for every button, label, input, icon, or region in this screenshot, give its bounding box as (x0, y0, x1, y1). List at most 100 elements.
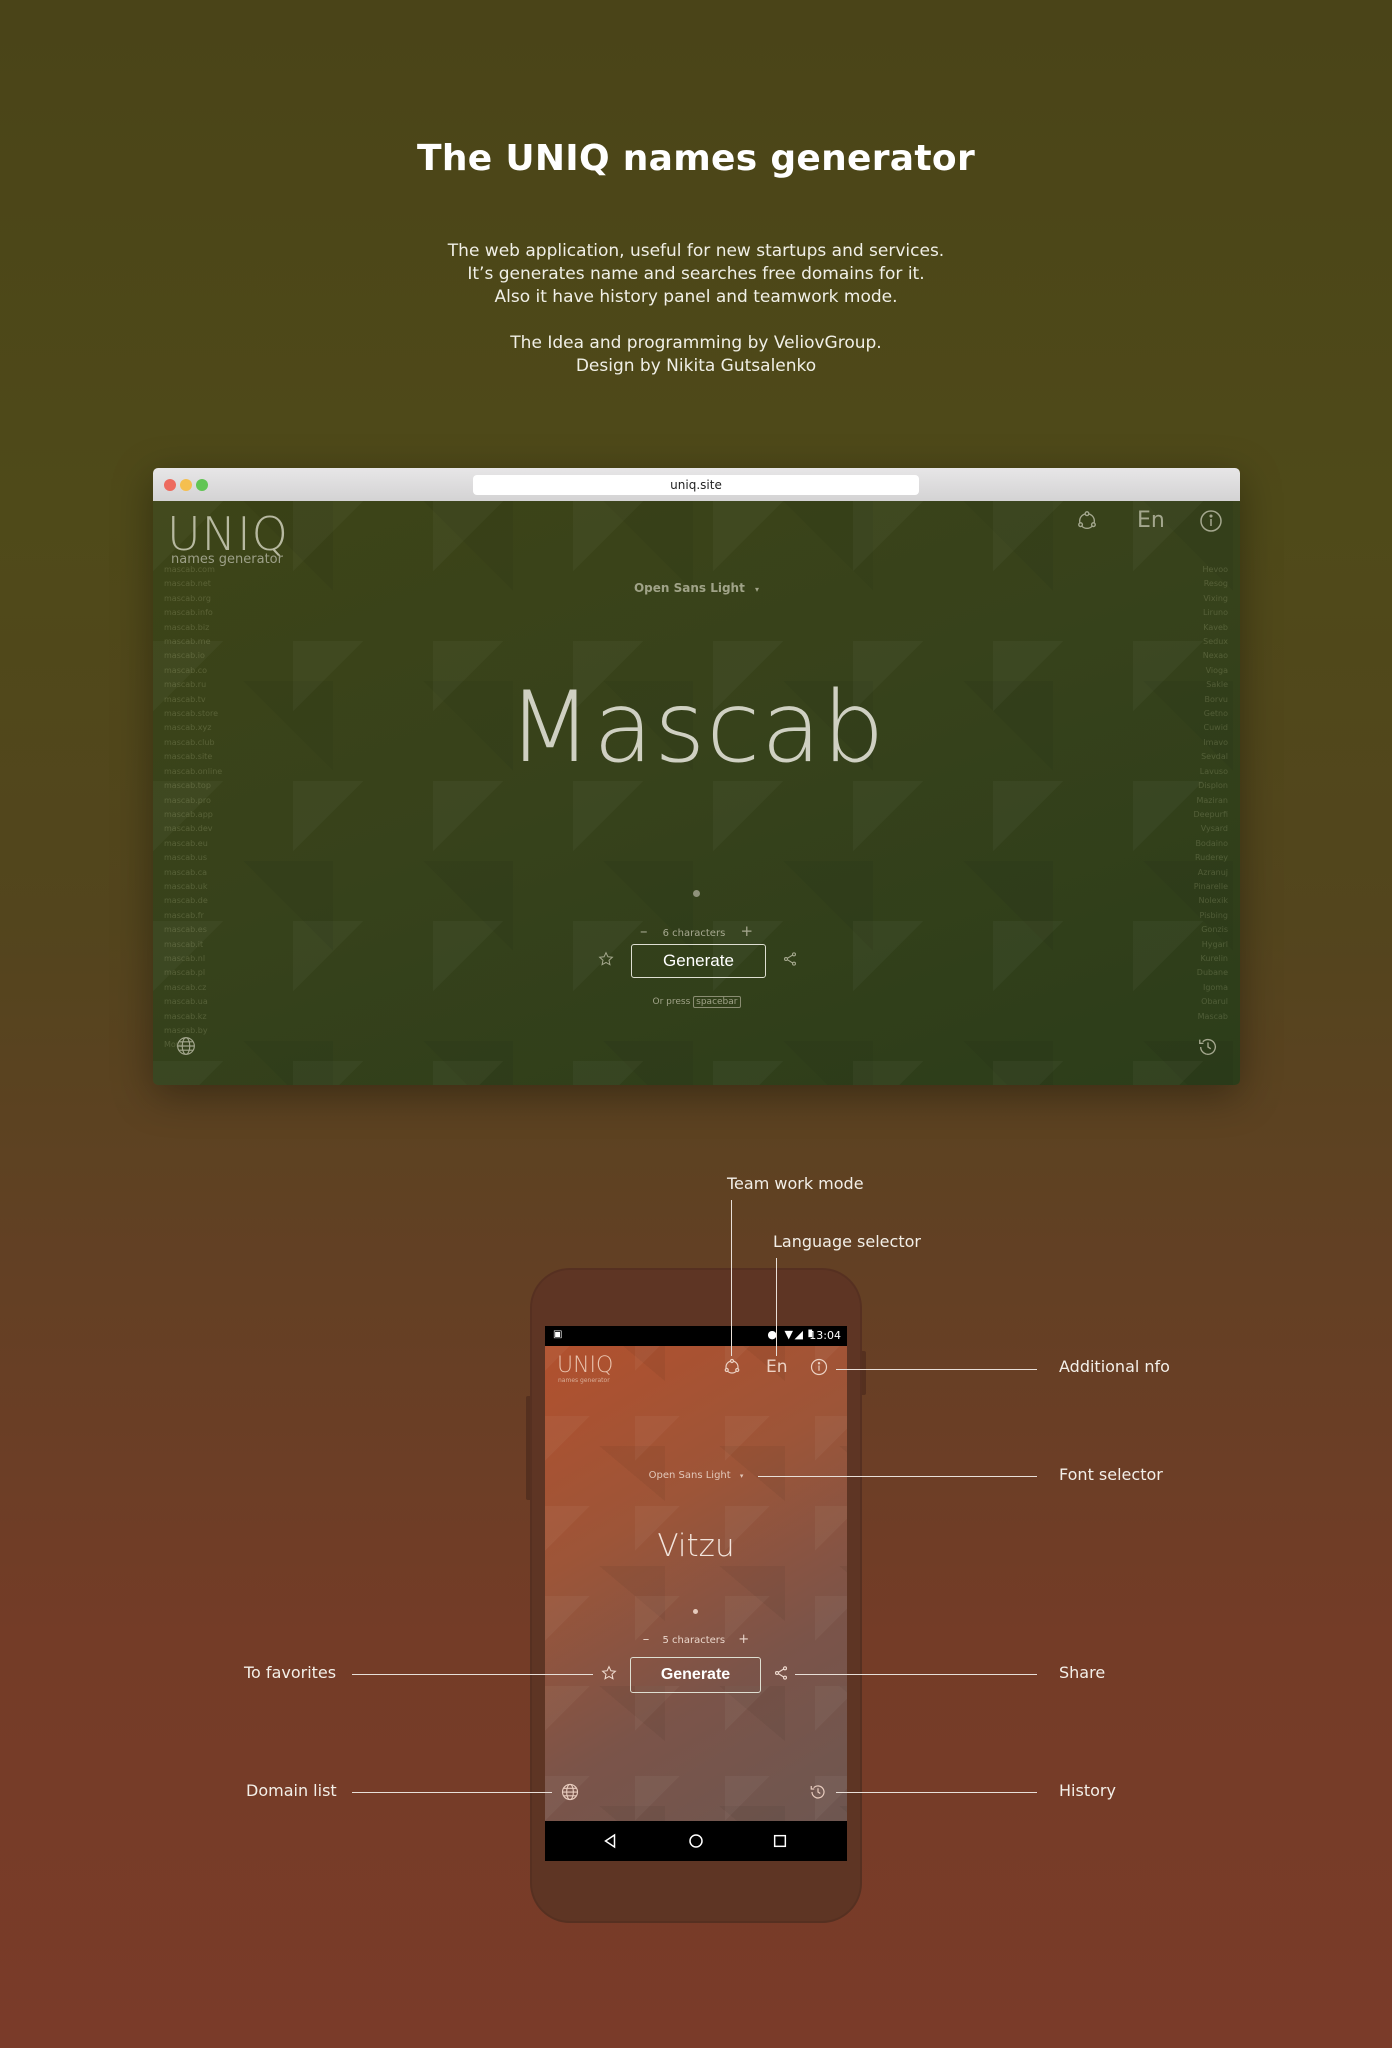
phone-screen: ▣ ● ▼ ◢ ▮ 13:04 UNIQ names generator En … (545, 1326, 847, 1861)
callout-language: Language selector (773, 1232, 921, 1251)
domain-list-item[interactable]: mascab.dev (164, 822, 222, 836)
description-line: It’s generates name and searches free do… (467, 264, 925, 284)
team-work-icon[interactable] (1076, 510, 1098, 532)
increase-length-button[interactable]: + (738, 1632, 749, 1647)
domain-list-item[interactable]: mascab.me (164, 635, 222, 649)
domain-list-item[interactable]: mascab.io (164, 649, 222, 663)
callout-domain-list: Domain list (246, 1781, 337, 1800)
domain-list-item[interactable]: mascab.biz (164, 621, 222, 635)
history-list-item[interactable]: Nexao (1194, 649, 1228, 663)
history-list-item[interactable]: Kaveb (1194, 621, 1228, 635)
spacebar-hint: Or press spacebar (153, 996, 1240, 1008)
image-notification-icon: ▣ (553, 1329, 563, 1340)
history-list-item[interactable]: Azranuj (1194, 866, 1228, 880)
chevron-down-icon: ▾ (755, 585, 760, 594)
domain-list-item[interactable]: mascab.info (164, 606, 222, 620)
domain-list-item[interactable]: mascab.ca (164, 866, 222, 880)
length-control: – 6 characters + (153, 922, 1240, 940)
domain-list-item[interactable]: mascab.com (164, 563, 222, 577)
history-list-item[interactable]: Pisbing (1194, 909, 1229, 923)
browser-window: uniq.site UNIQ names generator mascab.co… (153, 468, 1240, 1085)
home-icon[interactable] (686, 1831, 706, 1851)
globe-icon[interactable] (176, 1036, 196, 1056)
recents-icon[interactable] (770, 1831, 790, 1851)
domain-list: mascab.com mascab.net mascab.org mascab.inf… (164, 563, 222, 1053)
history-list-item[interactable]: Nolexik (1194, 894, 1228, 908)
description-line: The web application, useful for new star… (447, 241, 945, 261)
generate-button[interactable]: Generate (630, 1657, 761, 1693)
team-work-icon[interactable] (723, 1358, 741, 1376)
share-icon[interactable] (773, 1665, 789, 1681)
history-icon[interactable] (1197, 1036, 1219, 1058)
length-label: 5 characters (662, 1635, 726, 1646)
history-list-item[interactable]: Ruderey (1194, 851, 1228, 865)
domain-list-item[interactable]: mascab.de (164, 894, 222, 908)
info-icon[interactable] (810, 1358, 828, 1376)
domain-list-item[interactable]: mascab.uk (164, 880, 222, 894)
generated-name: Vitzu (657, 1528, 735, 1564)
callout-history: History (1059, 1781, 1116, 1800)
domain-list-item[interactable]: mascab.eu (164, 837, 222, 851)
history-list-item[interactable]: Sedux (1194, 635, 1228, 649)
language-selector[interactable]: En (1137, 508, 1165, 533)
leader-line (836, 1792, 1037, 1793)
domain-list-item[interactable]: mascab.nl (164, 952, 222, 966)
leader-line (731, 1200, 732, 1356)
domain-list-item[interactable]: mascab.pro (164, 794, 222, 808)
callout-favorites: To favorites (244, 1663, 337, 1682)
signal-icon: ◢ (794, 1328, 803, 1341)
length-label: 6 characters (662, 928, 726, 939)
address-bar[interactable]: uniq.site (473, 475, 919, 495)
maximize-window-button[interactable] (196, 479, 208, 491)
history-list-item[interactable]: Vysard (1194, 822, 1228, 836)
callout-additional-info: Additional nfo (1059, 1357, 1170, 1376)
app-logo-subtitle: names generator (558, 1377, 610, 1384)
history-list-item[interactable]: Pinarelle (1194, 880, 1228, 894)
history-list-item[interactable]: Bodaino (1194, 837, 1228, 851)
leader-line (836, 1369, 1037, 1370)
project-description: The web application, useful for new star… (0, 240, 1392, 378)
close-window-button[interactable] (164, 479, 176, 491)
app-logo[interactable]: UNIQ (557, 1353, 613, 1378)
share-icon[interactable] (782, 951, 798, 967)
history-list-item[interactable]: Deepurfi (1194, 808, 1228, 822)
globe-icon[interactable] (561, 1783, 579, 1801)
domain-list-item[interactable]: mascab.app (164, 808, 222, 822)
clock: 13:04 (809, 1329, 841, 1342)
font-selector[interactable]: Open Sans Light ▾ (153, 581, 1240, 595)
back-icon[interactable] (600, 1831, 620, 1851)
history-list-item[interactable]: Mascab (1194, 1010, 1228, 1024)
domain-list-item[interactable]: mascab.pl (164, 966, 222, 980)
history-list-item[interactable]: Liruno (1194, 606, 1228, 620)
generate-button[interactable]: Generate (631, 944, 766, 978)
description-line: Also it have history panel and teamwork … (494, 287, 898, 307)
callout-font-selector: Font selector (1059, 1465, 1163, 1484)
star-icon[interactable] (601, 1665, 617, 1681)
history-list-item[interactable]: Kurelin (1194, 952, 1228, 966)
history-list-item[interactable]: Igoma (1194, 981, 1228, 995)
generated-name: Mascab (507, 671, 886, 785)
history-list-item[interactable]: Dubane (1194, 966, 1228, 980)
increase-length-button[interactable]: + (740, 922, 753, 940)
history-icon[interactable] (809, 1783, 827, 1801)
length-control: – 5 characters + (545, 1632, 847, 1647)
domain-list-item[interactable]: mascab.fr (164, 909, 222, 923)
pager-dot (693, 1609, 698, 1614)
android-nav-bar (545, 1821, 847, 1861)
minimize-window-button[interactable] (180, 479, 192, 491)
leader-line (758, 1476, 1037, 1477)
decrease-length-button[interactable]: – (643, 1632, 650, 1647)
language-selector[interactable]: En (766, 1357, 788, 1377)
callout-share: Share (1059, 1663, 1106, 1682)
credit-line: The Idea and programming by VeliovGroup. (510, 333, 882, 353)
domain-list-item[interactable]: mascab.kz (164, 1010, 222, 1024)
leader-line (352, 1792, 552, 1793)
star-icon[interactable] (598, 951, 614, 967)
info-icon[interactable] (1199, 509, 1223, 533)
decrease-length-button[interactable]: – (640, 922, 648, 940)
history-list-item[interactable]: Maziran (1194, 794, 1229, 808)
domain-list-item[interactable]: mascab.cz (164, 981, 222, 995)
history-list-item[interactable]: Hevoo (1194, 563, 1228, 577)
credit-line: Design by Nikita Gutsalenko (575, 356, 817, 376)
domain-list-item[interactable]: mascab.us (164, 851, 222, 865)
